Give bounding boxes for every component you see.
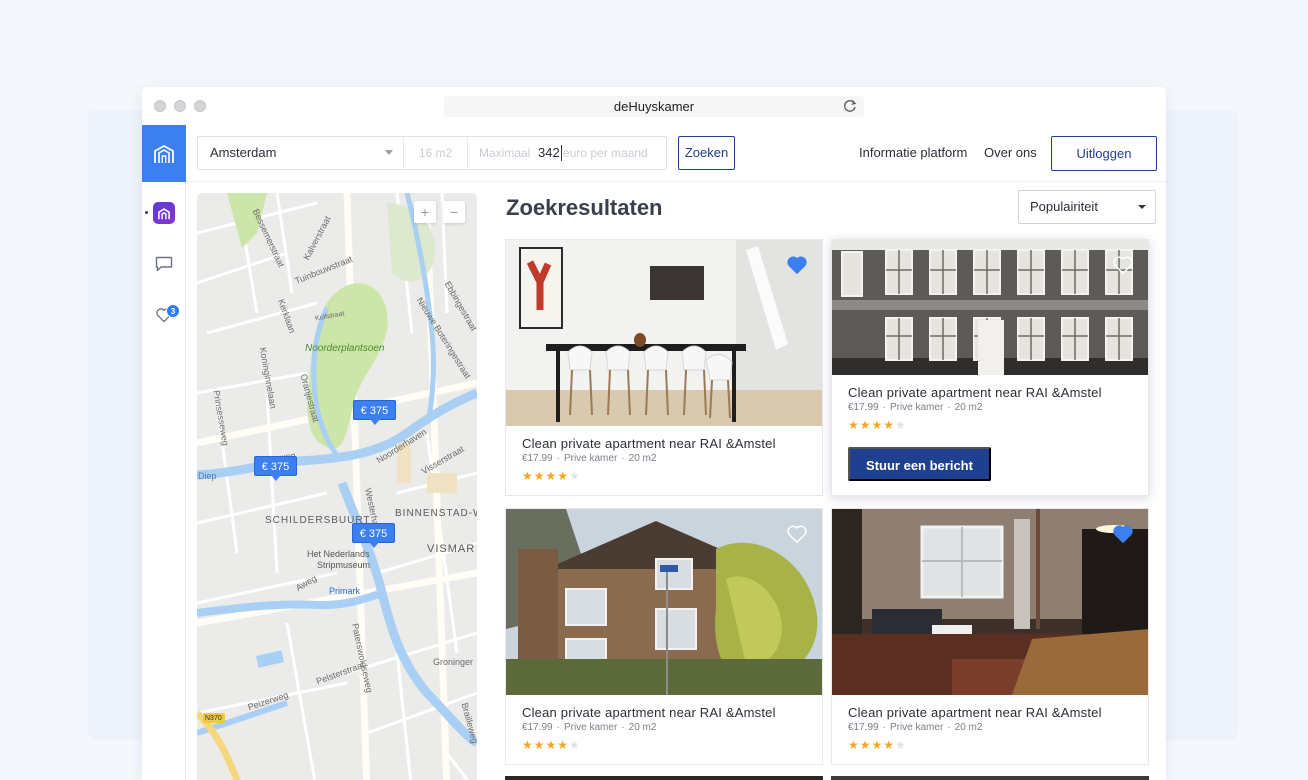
listing-photo[interactable] (832, 240, 1148, 375)
favorite-heart-icon[interactable] (1112, 523, 1134, 545)
map-label-poi: Primark (329, 586, 360, 596)
map-label-district: BINNENSTAD-WE (395, 508, 477, 519)
listing-card[interactable] (831, 776, 1149, 780)
listing-card[interactable]: Clean private apartment near RAI &Amstel… (505, 239, 823, 496)
max-price-input[interactable]: Maximaal euro per maand 342 (468, 137, 666, 169)
chat-bubble-icon (155, 256, 173, 272)
map-label-district: VISMAR (427, 543, 476, 555)
rating-stars: ★★★★★ (848, 418, 907, 432)
listing-title[interactable]: Clean private apartment near RAI &Amstel (522, 705, 776, 720)
rating-stars: ★★★★★ (848, 738, 907, 752)
address-bar[interactable]: deHuyskamer (444, 96, 864, 117)
maximize-window-button[interactable] (194, 100, 206, 112)
size-input[interactable]: 16 m2 (404, 137, 468, 169)
listing-price: €17.99 (522, 453, 553, 464)
listing-type: Prive kamer (889, 402, 944, 413)
minimize-window-button[interactable] (174, 100, 186, 112)
map-label-park: Noorderplantsoen (305, 343, 385, 354)
sidebar: 3 (142, 125, 186, 780)
search-form: Amsterdam 16 m2 Maximaal euro per maand … (197, 136, 667, 170)
favorite-heart-icon[interactable] (786, 523, 808, 545)
listing-size: 20 m2 (954, 402, 983, 413)
rating-stars: ★★★★★ (522, 738, 581, 752)
map-price-pin[interactable]: € 375 (353, 400, 396, 425)
house-logo-icon (154, 144, 174, 163)
rating-stars: ★★★★★ (522, 469, 581, 483)
listing-title[interactable]: Clean private apartment near RAI &Amstel (522, 436, 776, 451)
listing-size: 20 m2 (628, 453, 657, 464)
listing-meta: €17.99 · Prive kamer · 20 m2 (522, 453, 657, 464)
active-indicator-dot (145, 211, 148, 214)
map-label-water: Diep (198, 471, 217, 481)
top-bar: Amsterdam 16 m2 Maximaal euro per maand … (186, 125, 1166, 182)
map-label-poi: Het Nederlands (307, 549, 370, 559)
listing-meta: €17.99 · Prive kamer · 20 m2 (848, 722, 983, 733)
sidebar-item-messages[interactable] (142, 249, 186, 279)
price-placeholder: Maximaal (479, 146, 531, 160)
listing-title[interactable]: Clean private apartment near RAI &Amstel (848, 705, 1102, 720)
map-zoom-out-button[interactable]: − (443, 201, 465, 223)
listing-photo[interactable] (506, 240, 822, 426)
listing-price: €17.99 (522, 722, 553, 733)
favorites-count-badge: 3 (166, 304, 180, 318)
listing-title[interactable]: Clean private apartment near RAI &Amstel (848, 385, 1102, 400)
map-canvas (197, 193, 477, 780)
sort-value: Populairiteit (1030, 199, 1098, 214)
sidebar-item-favorites[interactable]: 3 (142, 300, 186, 330)
reload-icon[interactable] (842, 98, 858, 114)
price-value: 342 (538, 145, 562, 161)
favorite-heart-icon[interactable] (786, 254, 808, 276)
listing-card[interactable]: Clean private apartment near RAI &Amstel… (831, 239, 1149, 496)
nav-info-platform-link[interactable]: Informatie platform (859, 136, 967, 170)
map-price-pin[interactable]: € 375 (254, 456, 297, 481)
listing-meta: €17.99 · Prive kamer · 20 m2 (848, 402, 983, 413)
listing-size: 20 m2 (954, 722, 983, 733)
map-label-poi: Stripmuseum (317, 560, 371, 570)
map-view[interactable]: + − Noorderplantsoen SCHILDERSBUURT BINN… (197, 193, 477, 780)
chevron-down-icon (385, 150, 393, 155)
map-label-city: Groninger (433, 657, 474, 667)
send-message-button[interactable]: Stuur een bericht (848, 447, 991, 481)
app-icon (153, 202, 175, 224)
city-value: Amsterdam (210, 145, 277, 160)
listing-type: Prive kamer (889, 722, 944, 733)
close-window-button[interactable] (154, 100, 166, 112)
search-button[interactable]: Zoeken (678, 136, 735, 170)
logout-button[interactable]: Uitloggen (1051, 136, 1157, 171)
listing-price: €17.99 (848, 722, 879, 733)
title-bar: deHuyskamer (142, 87, 1166, 125)
listing-price: €17.99 (848, 402, 879, 413)
listing-card[interactable]: Clean private apartment near RAI &Amstel… (831, 508, 1149, 765)
listing-card[interactable]: Clean private apartment near RAI &Amstel… (505, 508, 823, 765)
listing-card[interactable] (505, 776, 823, 780)
home-logo-button[interactable] (142, 125, 186, 182)
map-price-pin[interactable]: € 375 (352, 523, 395, 548)
map-label-road: N370 (205, 715, 222, 722)
map-zoom-in-button[interactable]: + (414, 201, 436, 223)
listing-type: Prive kamer (563, 722, 618, 733)
nav-about-link[interactable]: Over ons (984, 136, 1037, 170)
price-suffix: euro per maand (563, 146, 648, 160)
favorite-heart-icon[interactable] (1112, 254, 1134, 276)
listing-size: 20 m2 (628, 722, 657, 733)
sort-select[interactable]: Populairiteit (1018, 190, 1156, 224)
listing-photo[interactable] (506, 509, 822, 695)
site-title: deHuyskamer (613, 99, 695, 114)
city-select[interactable]: Amsterdam (198, 137, 404, 169)
browser-window: deHuyskamer 3 Amsterdam 16 m2 Maximaal e… (142, 87, 1166, 780)
listing-meta: €17.99 · Prive kamer · 20 m2 (522, 722, 657, 733)
listing-photo[interactable] (832, 509, 1148, 695)
results-title: Zoekresultaten (506, 195, 663, 220)
sidebar-item-app[interactable] (142, 198, 186, 228)
caret-down-icon (1138, 205, 1146, 209)
listing-type: Prive kamer (563, 453, 618, 464)
